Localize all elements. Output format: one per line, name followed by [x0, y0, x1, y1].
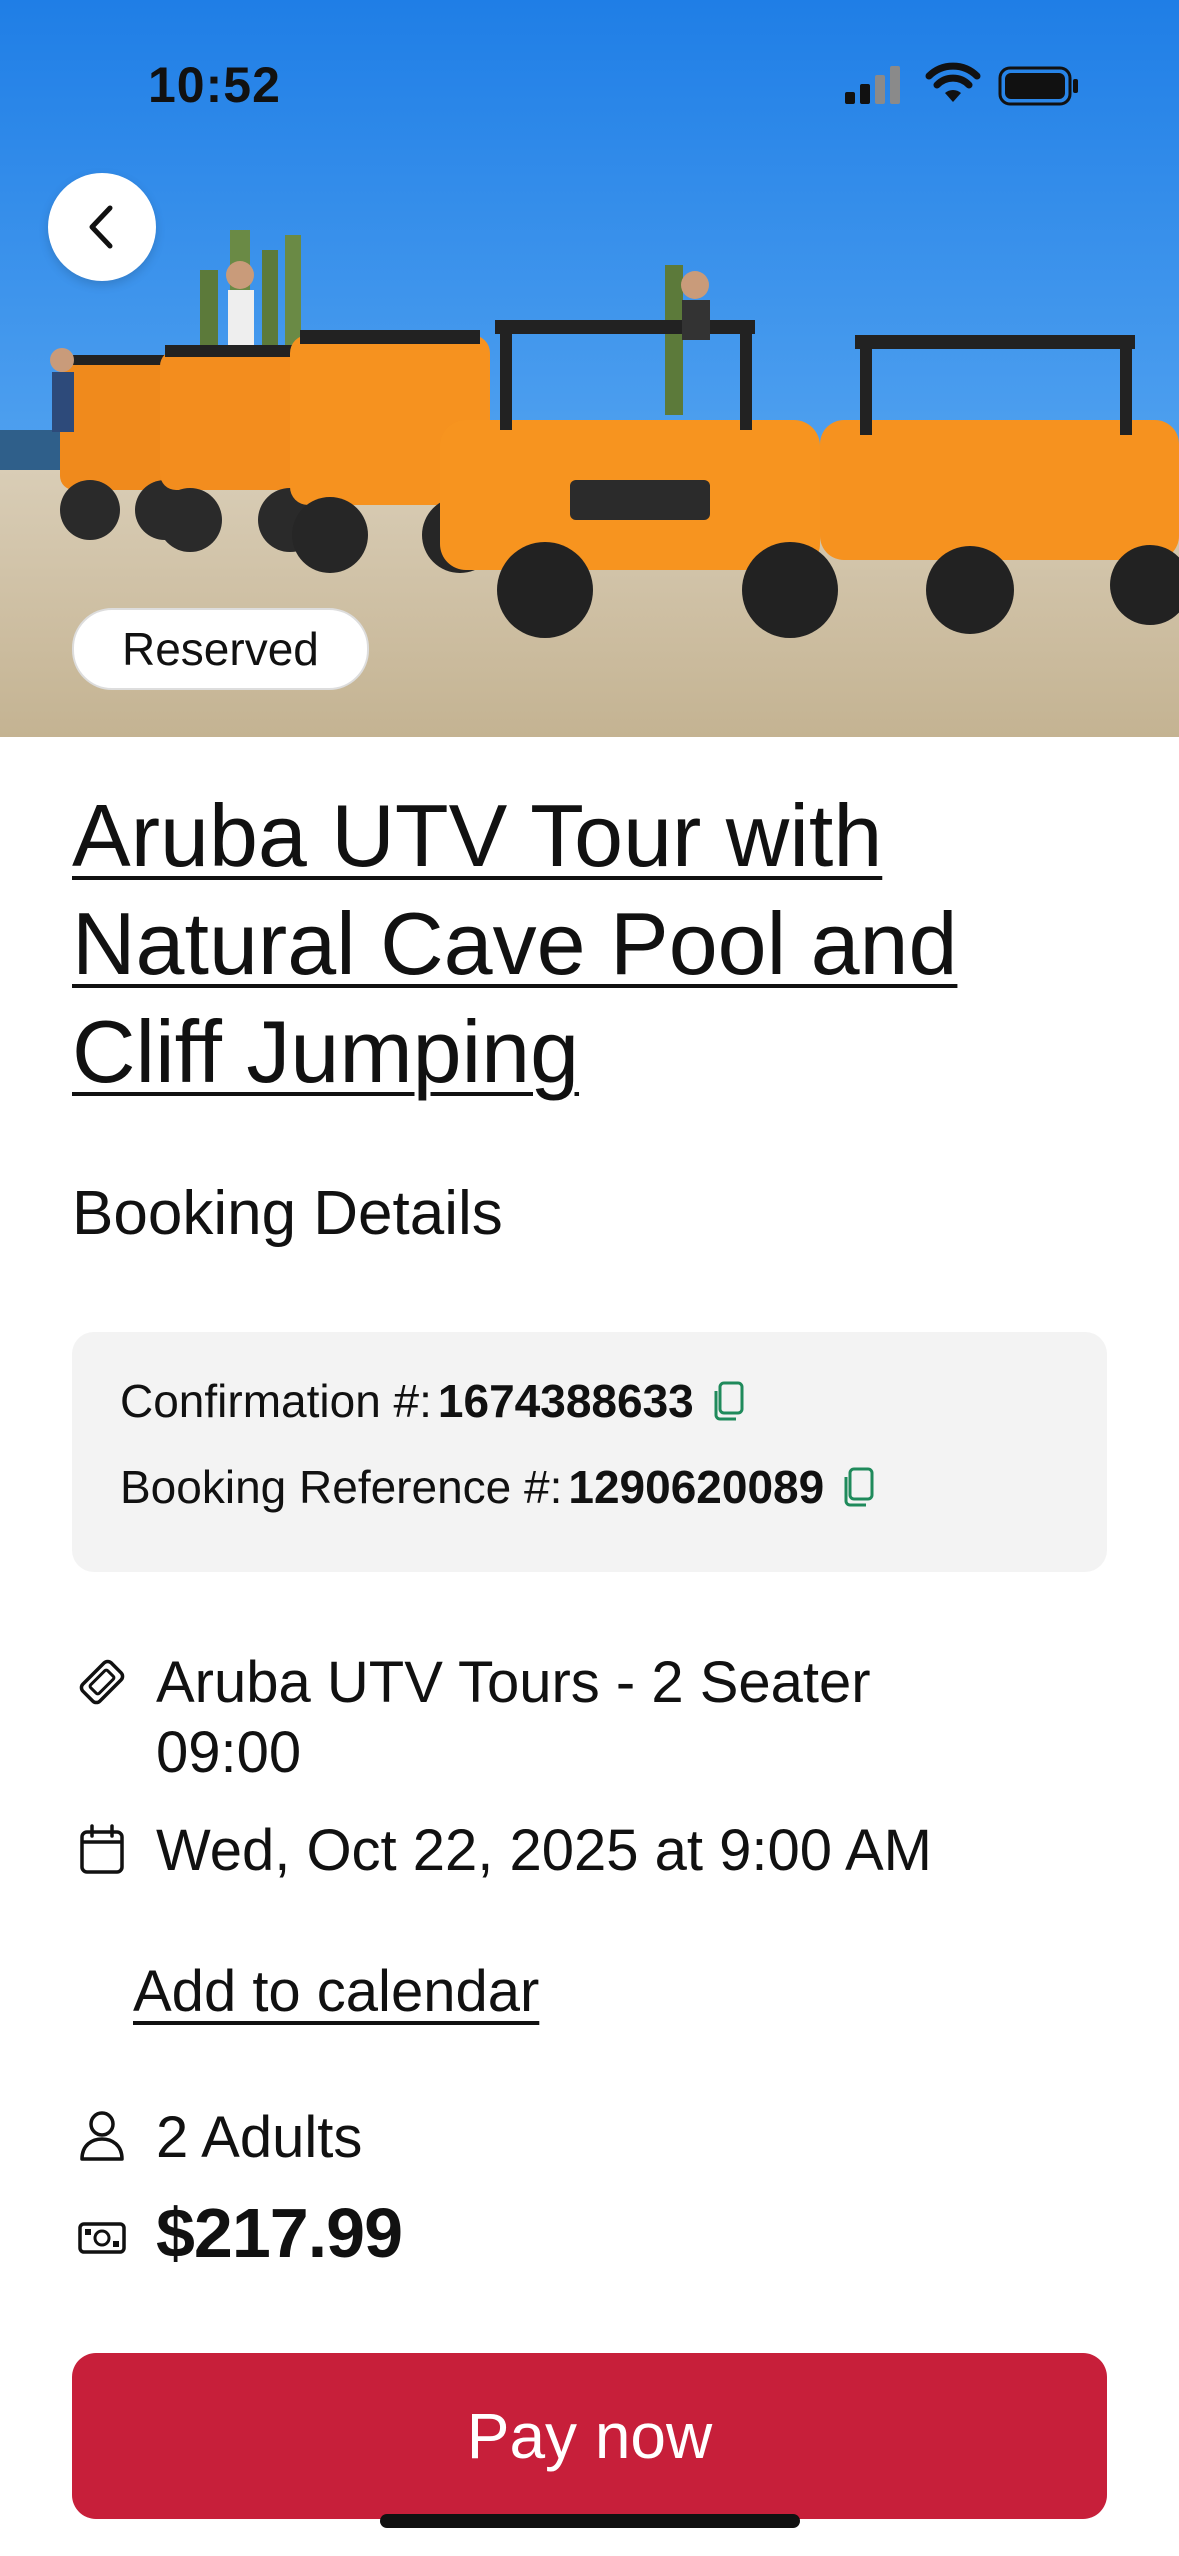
- booking-reference-row: Booking Reference #: 1290620089: [120, 1460, 876, 1514]
- home-indicator: [380, 2514, 800, 2528]
- copy-icon[interactable]: [842, 1467, 876, 1507]
- status-time: 10:52: [148, 57, 281, 113]
- date-row: Wed, Oct 22, 2025 at 9:00 AM: [72, 1816, 932, 1886]
- travelers-row: 2 Adults: [72, 2103, 362, 2173]
- money-icon: [78, 2222, 126, 2254]
- person-icon: [80, 2111, 124, 2161]
- confirmation-number: 1674388633: [437, 1375, 694, 1427]
- cellular-signal-icon: [845, 66, 900, 104]
- booking-price: $217.99: [156, 2194, 403, 2272]
- back-button[interactable]: [48, 173, 156, 281]
- tour-option-time: 09:00: [156, 1720, 302, 1785]
- confirmation-panel: Confirmation #: 1674388633 Booking Refer…: [72, 1332, 1107, 1572]
- battery-icon: [998, 66, 1078, 106]
- wifi-icon: [925, 62, 981, 102]
- booking-details-heading: Booking Details: [72, 1179, 503, 1248]
- booking-date: Wed, Oct 22, 2025 at 9:00 AM: [156, 1818, 932, 1883]
- copy-icon[interactable]: [712, 1381, 746, 1421]
- status-bar: 10:52: [0, 0, 1179, 160]
- ticket-icon: [79, 1659, 125, 1705]
- calendar-icon: [80, 1824, 124, 1874]
- tour-option-row: Aruba UTV Tours - 2 Seater 09:00: [72, 1648, 871, 1788]
- reserved-badge: Reserved: [72, 608, 369, 690]
- booking-reference-number: 1290620089: [568, 1461, 825, 1513]
- add-to-calendar-link[interactable]: Add to calendar: [133, 1958, 539, 2025]
- activity-title[interactable]: Aruba UTV Tour with Natural Cave Pool an…: [72, 782, 1112, 1106]
- tour-option-name: Aruba UTV Tours - 2 Seater: [156, 1650, 871, 1715]
- price-row: $217.99: [72, 2194, 403, 2272]
- back-chevron-icon: [89, 205, 113, 249]
- confirmation-row: Confirmation #: 1674388633: [120, 1374, 746, 1428]
- pay-now-button[interactable]: Pay now: [72, 2353, 1107, 2519]
- travelers-count: 2 Adults: [156, 2105, 363, 2170]
- booking-reference-label: Booking Reference #:: [120, 1461, 563, 1513]
- confirmation-label: Confirmation #:: [120, 1375, 432, 1427]
